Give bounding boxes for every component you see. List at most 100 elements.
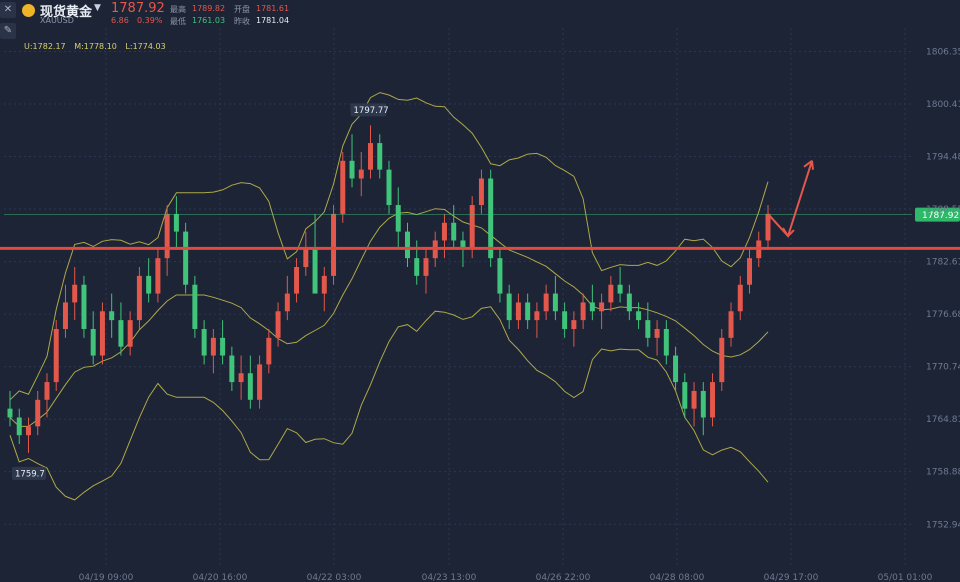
x-axis: 04/19 09:00 04/20 16:00 04/22 03:00 04/23 1… bbox=[79, 573, 933, 582]
high-value: 1789.82 bbox=[192, 4, 226, 13]
y-axis: 1806.35 1800.41 1794.48 1788.55 1782.61 1776.… bbox=[926, 47, 960, 530]
candle-body bbox=[183, 231, 189, 285]
price-change-pct: 0.39% bbox=[137, 16, 163, 25]
candle-body bbox=[414, 258, 420, 276]
candle-body bbox=[53, 328, 59, 383]
y-tick-label: 1782.61 bbox=[926, 258, 960, 268]
candle-body bbox=[691, 390, 697, 409]
candle-body bbox=[395, 205, 401, 232]
candle-body bbox=[451, 222, 457, 241]
low-marker-label: 1759.7 bbox=[15, 469, 45, 479]
boll-middle: M:1778.10 bbox=[74, 42, 117, 51]
y-tick-label: 1770.74 bbox=[926, 363, 960, 373]
candle-body bbox=[44, 382, 50, 400]
forecast-arrow-path bbox=[767, 160, 813, 238]
candle-body bbox=[220, 337, 226, 356]
chart-annotations: 1797.77 1759.7 bbox=[12, 103, 814, 480]
y-tick-label: 1800.41 bbox=[926, 100, 960, 110]
candle-body bbox=[682, 382, 688, 409]
candle-body bbox=[543, 293, 549, 312]
candle-body bbox=[386, 169, 392, 206]
close-icon[interactable]: ✕ bbox=[0, 2, 16, 18]
candle-body bbox=[35, 399, 41, 427]
bollinger-bands bbox=[9, 92, 769, 501]
quote-header: 现货黄金 ▼ XAUUSD 1787.92 6.86 0.39% 最高 1789… bbox=[0, 0, 320, 40]
x-tick-label: 04/28 08:00 bbox=[650, 573, 705, 582]
pencil-icon[interactable]: ✎ bbox=[0, 23, 16, 39]
candle-body bbox=[72, 284, 78, 303]
symbol-code: XAUUSD bbox=[40, 16, 74, 25]
candle-body bbox=[497, 258, 503, 294]
candle-body bbox=[719, 337, 725, 383]
y-tick-label: 1764.81 bbox=[926, 415, 960, 425]
candle-body bbox=[238, 373, 244, 383]
candle-body bbox=[488, 178, 494, 259]
x-tick-label: 04/26 22:00 bbox=[536, 573, 591, 582]
candle-body bbox=[155, 258, 161, 294]
gold-coin-icon bbox=[22, 4, 35, 17]
candle-body bbox=[349, 160, 355, 179]
candle-body bbox=[580, 302, 586, 321]
candle-body bbox=[506, 293, 512, 321]
candle-body bbox=[321, 275, 327, 294]
candle-body bbox=[599, 302, 605, 312]
candle-body bbox=[118, 320, 124, 347]
candle-body bbox=[571, 320, 577, 329]
candle-body bbox=[589, 302, 595, 312]
y-tick-label: 1806.35 bbox=[926, 47, 960, 57]
boll-upper-line bbox=[9, 92, 769, 401]
candle-body bbox=[525, 302, 531, 321]
y-tick-label: 1776.68 bbox=[926, 310, 960, 320]
low-label: 最低 bbox=[170, 17, 186, 26]
y-tick-label: 1752.94 bbox=[926, 520, 960, 530]
candle-body bbox=[25, 426, 31, 436]
candle-body bbox=[16, 417, 22, 436]
candle-body bbox=[765, 213, 771, 241]
candle-body bbox=[654, 328, 660, 338]
candle-body bbox=[340, 160, 346, 214]
low-value: 1761.03 bbox=[192, 16, 226, 25]
candle-body bbox=[229, 355, 235, 383]
candle-body bbox=[552, 293, 558, 312]
candle-body bbox=[636, 311, 642, 321]
candle-body bbox=[210, 337, 216, 356]
candle-body bbox=[358, 169, 364, 179]
candle-body bbox=[515, 302, 521, 321]
candle-body bbox=[192, 284, 198, 329]
candle-body bbox=[109, 311, 115, 321]
chart-window: { "header": { "symbol_name": "现货黄金", "sy… bbox=[0, 0, 960, 582]
candlestick-chart[interactable]: 1787.92 1806.35 1800.41 1794.48 1788.55 1782… bbox=[0, 0, 960, 582]
x-tick-label: 04/29 17:00 bbox=[764, 573, 819, 582]
candle-body bbox=[7, 408, 13, 418]
x-tick-label: 04/22 03:00 bbox=[307, 573, 362, 582]
candle-body bbox=[247, 373, 253, 400]
candle-body bbox=[700, 390, 706, 418]
candle-body bbox=[626, 293, 632, 312]
candle-body bbox=[673, 355, 679, 383]
candle-body bbox=[312, 249, 318, 294]
chevron-down-icon[interactable]: ▼ bbox=[94, 3, 101, 13]
candle-body bbox=[608, 284, 614, 303]
candle-body bbox=[377, 143, 383, 170]
candle-body bbox=[257, 364, 263, 400]
candle-series bbox=[7, 125, 771, 453]
candle-body bbox=[441, 222, 447, 241]
candle-body bbox=[136, 275, 142, 321]
x-tick-label: 04/19 09:00 bbox=[79, 573, 134, 582]
bollinger-readout: U:1782.17 M:1778.10 L:1774.03 bbox=[24, 42, 172, 51]
candle-body bbox=[404, 231, 410, 259]
y-tick-label: 1788.55 bbox=[926, 205, 960, 215]
price-lines: 1787.92 bbox=[0, 207, 960, 250]
candle-body bbox=[562, 311, 568, 329]
candle-body bbox=[90, 328, 96, 356]
boll-upper: U:1782.17 bbox=[24, 42, 66, 51]
price-change: 6.86 bbox=[111, 16, 129, 25]
candle-body bbox=[617, 284, 623, 294]
boll-lower: L:1774.03 bbox=[125, 42, 166, 51]
x-tick-label: 04/20 16:00 bbox=[193, 573, 248, 582]
y-tick-label: 1794.48 bbox=[926, 153, 960, 163]
candle-body bbox=[534, 311, 540, 321]
candle-body bbox=[275, 311, 281, 338]
candle-body bbox=[201, 328, 207, 356]
candle-body bbox=[368, 143, 374, 170]
